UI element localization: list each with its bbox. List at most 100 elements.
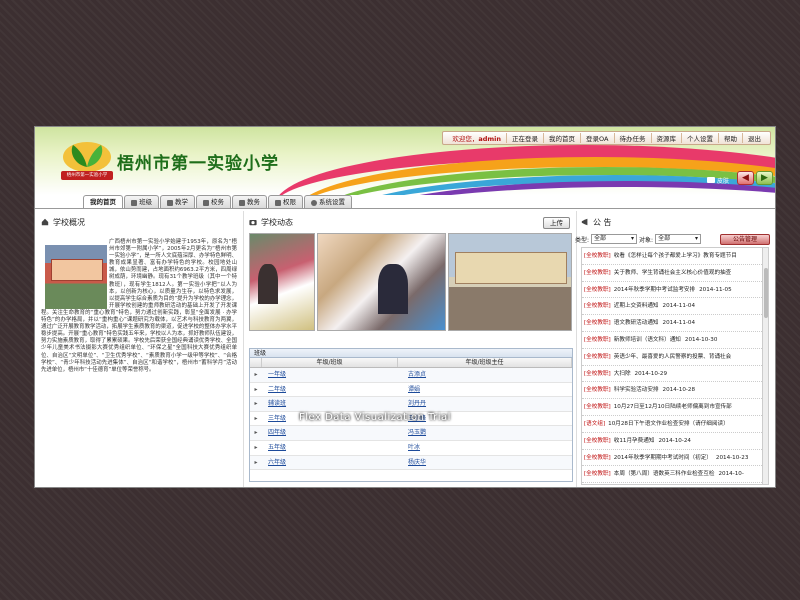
list-item[interactable]: [全校教职] 语文教研活动通知 2014-11-04 [582,315,768,332]
announcement-manage-button[interactable]: 公告管理 [720,234,770,245]
online-status: 正在登录 [507,133,545,143]
nav-exit-link[interactable]: 退出 [743,133,766,143]
class-icon [131,199,137,206]
expand-arrow-icon[interactable]: ▸ [250,441,262,455]
grid-header-grade[interactable]: 年级/班级 [262,358,398,367]
nav-help-link[interactable]: 帮助 [719,133,743,143]
column-divider [576,211,577,487]
arrow-left-button[interactable]: ◀ [737,171,754,185]
table-row[interactable]: ▸ 二年级 谭娟 [250,383,572,398]
teacher-link[interactable]: 刘丹丹 [398,397,572,411]
nav-resources-link[interactable]: 资源库 [652,133,682,143]
expand-arrow-icon[interactable]: ▸ [250,368,262,382]
announcement-scrollbar[interactable] [762,248,768,484]
leaf-icon [63,142,111,172]
type-select[interactable]: 全部 [591,234,638,244]
overview-title: 学校概况 [53,217,85,227]
tab-academic-affairs[interactable]: 教务 [232,195,267,209]
grid-caption: 班级 [250,349,572,358]
announcement-header: 公 告 [581,215,612,229]
gear-icon [311,199,317,206]
list-item[interactable]: [全校教职] 2014年秋季学期期中考试时间（初定） 2014-10-23 [582,450,768,467]
list-item[interactable]: [全校教职] 收看《怎样让每个孩子都爱上学习》教育专题节目 [582,248,768,265]
list-item[interactable]: [全校教职] 近期上交资料通知 2014-11-04 [582,298,768,316]
news-photo[interactable] [249,233,315,331]
target-select[interactable]: 全部 [655,234,702,244]
logo-text: 梧州市第一实验小学 [61,171,113,180]
list-item[interactable]: [全校教职] 关于教师、学生背诵社会主义核心价值观的抽查 [582,265,768,282]
expand-arrow-icon[interactable]: ▸ [250,412,262,426]
app-window: 梧州市第一实验小学 梧州市第一实验小学 欢迎您，admin 正在登录 我的首页 … [34,126,776,488]
announcement-list: [全校教职] 收看《怎样让每个孩子都爱上学习》教育专题节目 [全校教职] 关于教师、… [581,247,769,485]
tab-underline [35,208,775,209]
teacher-link[interactable]: 叶冰 [398,441,572,455]
nav-todo-link[interactable]: 待办任务 [615,133,652,143]
type-label: 类型: [575,236,590,244]
arrow-right-button[interactable]: ▶ [756,171,773,185]
overview-text: 广西梧州市第一实验小学始建于1953年，原名为“梧州市郊第一附属小学”，2005… [41,239,237,373]
list-item[interactable]: [全校教职] 10月27日至12月10日陆续老师偏离到市宣传部 [582,399,768,416]
skin-switch[interactable]: 皮肤 [707,175,733,185]
table-row[interactable]: ▸ 一年级 古添贞 [250,368,572,383]
grid-header: 年级/班级 年级/班级主任 [250,358,572,368]
list-item[interactable]: [全校教职] 收11月孕费通知 2014-10-24 [582,433,768,450]
list-item[interactable]: [全校教职] 2014年秋季学期中考试监考安排 2014-11-05 [582,282,768,299]
teacher-link[interactable]: 古添贞 [398,368,572,382]
table-row[interactable]: ▸ 五年级 叶冰 [250,441,572,456]
tab-system-settings[interactable]: 系统设置 [304,195,352,209]
teacher-link[interactable]: 谭娟 [398,383,572,397]
list-item[interactable]: [全校教职] 新教师培训（语文科）通知 2014-10-30 [582,332,768,349]
grade-link[interactable]: 五年级 [262,441,398,455]
welcome-text: 欢迎您，admin [447,133,508,143]
table-row[interactable]: ▸ 六年级 杨庆华 [250,455,572,471]
list-item[interactable]: [全校教职] 大扫除 2014-10-29 [582,366,768,383]
grade-link[interactable]: 二年级 [262,383,398,397]
expand-arrow-icon[interactable]: ▸ [250,456,262,470]
list-item[interactable]: [语文组] 10月28日下午语文作业检查安排（请仔细阅读） [582,416,768,433]
news-photo[interactable] [317,233,446,331]
school-name: 梧州市第一实验小学 [117,154,279,174]
table-row[interactable]: ▸ 四年级 冯玉鹦 [250,426,572,441]
teacher-link[interactable]: 冯玉鹦 [398,426,572,440]
teacher-link[interactable]: 杨庆华 [398,456,572,470]
grade-link[interactable]: 六年级 [262,456,398,470]
column-divider [243,211,244,487]
overview-header: 学校概况 [41,215,85,229]
top-navigation: 欢迎您，admin 正在登录 我的首页 登录OA 待办任务 资源库 个人设置 帮… [442,131,771,145]
expand-arrow-icon[interactable]: ▸ [250,397,262,411]
expand-arrow-icon[interactable]: ▸ [250,426,262,440]
key-icon [275,199,281,206]
news-photo[interactable] [448,233,572,331]
upload-button[interactable]: 上传 [543,217,570,229]
list-item[interactable]: [全校教职] 本周（第八周）语数英三科作业检查互检 2014-10- [582,466,768,484]
list-item[interactable]: [全校教职] 科学实验活动安排 2014-10-28 [582,382,768,400]
school-logo: 梧州市第一实验小学 [61,137,113,181]
nav-home-link[interactable]: 我的首页 [544,133,582,143]
target-label: 对象: [639,236,654,244]
document-icon [239,199,245,206]
main-tabs: 我的首页 班级 教学 校务 教务 权限 系统设置 [83,195,352,209]
grid-header-spacer [250,358,262,367]
camera-icon [249,220,257,226]
news-title: 学校动态 [261,217,293,227]
tab-teaching[interactable]: 教学 [160,195,195,209]
tab-school-affairs[interactable]: 校务 [196,195,231,209]
tab-class[interactable]: 班级 [124,195,159,209]
skin-icon [707,177,715,183]
nav-oa-link[interactable]: 登录OA [581,133,615,143]
building-icon [203,199,209,206]
grade-link[interactable]: 四年级 [262,426,398,440]
list-item[interactable]: [全校教职] 英语少年、最喜爱的人民警察的投票、背诵社会 [582,349,768,366]
book-icon [167,199,173,206]
grid-header-teacher[interactable]: 年级/班级主任 [398,358,572,367]
nav-settings-link[interactable]: 个人设置 [682,133,719,143]
table-row[interactable]: ▸ 辅读班 刘丹丹 [250,397,572,412]
arrow-buttons: ◀ ▶ [737,171,773,185]
grade-link[interactable]: 一年级 [262,368,398,382]
tab-permissions[interactable]: 权限 [268,195,303,209]
news-header: 学校动态 [249,215,293,229]
megaphone-icon [581,218,588,226]
grade-link[interactable]: 辅读班 [262,397,398,411]
tab-home[interactable]: 我的首页 [83,195,123,209]
expand-arrow-icon[interactable]: ▸ [250,383,262,397]
